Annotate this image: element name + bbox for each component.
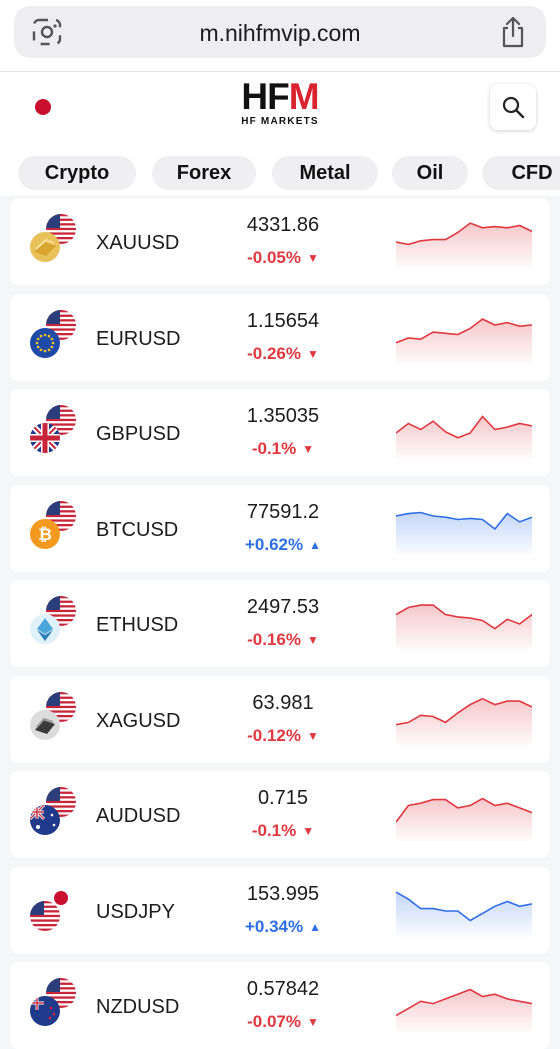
instrument-price: 153.995 <box>246 882 320 905</box>
arrow-down-icon: ▼ <box>306 346 319 361</box>
instrument-change: -0.1% ▼ <box>200 821 366 841</box>
eu-flag-icon <box>30 327 60 358</box>
sparkline-chart <box>395 598 533 650</box>
instrument-price: 2497.53 <box>246 596 320 618</box>
tab-crypto[interactable]: Crypto <box>18 156 136 190</box>
instrument-row-xauusd[interactable]: XAUUSD 4331.86 -0.05% ▼ <box>10 198 550 285</box>
change-percent: -0.16% <box>247 630 301 649</box>
site-header: HFM HF MARKETS <box>0 72 560 150</box>
instrument-price: 4331.86 <box>246 214 320 236</box>
gold-icon <box>30 232 60 262</box>
sparkline-chart <box>395 789 533 841</box>
search-button[interactable] <box>490 84 536 130</box>
instrument-symbol: USDJPY <box>96 900 175 923</box>
instrument-symbol: NZDUSD <box>96 996 180 1018</box>
arrow-down-icon: ▼ <box>306 1015 319 1029</box>
instrument-row-btcusd[interactable]: ₿ BTCUSD 77591.2 +0.62% ▲ <box>10 484 550 572</box>
tab-oil[interactable]: Oil <box>392 156 468 190</box>
instrument-row-audusd[interactable]: AUDUSD 0.715 -0.1% ▼ <box>10 771 550 858</box>
instrument-symbol: XAUUSD <box>96 232 180 254</box>
instrument-price: 1.15654 <box>246 309 320 332</box>
sparkline-chart <box>395 312 533 364</box>
url-text[interactable]: m.nihfmvip.com <box>14 20 546 47</box>
address-bar[interactable]: m.nihfmvip.com <box>14 6 546 58</box>
sparkline-chart <box>395 694 533 746</box>
change-percent: +0.34% <box>244 916 304 936</box>
instrument-change: +0.62% ▲ <box>200 535 366 555</box>
instrument-symbol: ETHUSD <box>96 614 179 636</box>
silver-icon <box>30 709 60 740</box>
logo[interactable]: HFM HF MARKETS <box>230 78 330 130</box>
arrow-down-icon: ▼ <box>302 442 315 456</box>
instrument-row-nzdusd[interactable]: NZDUSD 0.57842 -0.07% ▼ <box>10 962 550 1049</box>
instrument-row-ethusd[interactable]: ETHUSD 2497.53 -0.16% ▼ <box>10 580 550 667</box>
instrument-change: -0.1% ▼ <box>200 439 366 459</box>
change-percent: -0.12% <box>247 725 301 745</box>
search-icon <box>502 96 525 119</box>
sparkline-chart <box>395 407 533 459</box>
instrument-row-usdjpy[interactable]: USDJPY 153.995 +0.34% ▲ <box>10 866 550 954</box>
arrow-down-icon: ▼ <box>306 251 319 265</box>
sparkline-chart <box>395 980 533 1032</box>
instrument-change: -0.12% ▼ <box>200 726 366 746</box>
instrument-change: -0.05% ▼ <box>200 248 366 268</box>
logo-sub: HF MARKETS <box>241 116 319 127</box>
ethereum-icon <box>30 614 60 644</box>
sparkline-chart <box>395 885 533 937</box>
instrument-price: 77591.2 <box>246 500 320 523</box>
change-percent: -0.1% <box>251 439 297 458</box>
instrument-symbol: EURUSD <box>96 327 181 350</box>
instrument-symbol: AUDUSD <box>96 805 181 827</box>
sparkline-chart <box>395 216 533 268</box>
instrument-symbol: GBPUSD <box>96 423 181 445</box>
instrument-change: -0.26% ▼ <box>200 344 366 364</box>
instrument-change: -0.16% ▼ <box>200 630 366 650</box>
instrument-row-eurusd[interactable]: EURUSD 1.15654 -0.26% ▼ <box>10 293 550 381</box>
change-percent: -0.07% <box>247 1012 301 1031</box>
tab-forex[interactable]: Forex <box>152 156 256 190</box>
new-zealand-flag-icon <box>30 996 60 1026</box>
language-flag-icon[interactable] <box>35 99 51 115</box>
share-icon[interactable] <box>500 16 526 48</box>
logo-main: HFM <box>241 76 319 117</box>
arrow-down-icon: ▼ <box>302 824 315 838</box>
instrument-price: 0.715 <box>257 787 309 809</box>
change-percent: -0.26% <box>247 343 301 363</box>
change-percent: -0.05% <box>247 248 301 267</box>
tab-cfd[interactable]: CFD <box>482 156 560 190</box>
instrument-symbol: BTCUSD <box>96 518 179 541</box>
sparkline-chart <box>395 503 533 555</box>
us-flag-icon <box>30 900 60 931</box>
instrument-price: 0.57842 <box>246 978 320 1000</box>
instrument-row-gbpusd[interactable]: GBPUSD 1.35035 -0.1% ▼ <box>10 389 550 476</box>
bitcoin-icon: ₿ <box>30 518 60 549</box>
arrow-down-icon: ▼ <box>306 633 319 647</box>
instrument-price: 63.981 <box>252 691 314 714</box>
tab-metal[interactable]: Metal <box>272 156 378 190</box>
change-percent: +0.62% <box>244 534 304 554</box>
instrument-price: 1.35035 <box>246 405 320 427</box>
svg-text:₿: ₿ <box>38 525 52 545</box>
uk-flag-icon <box>30 423 60 453</box>
instrument-change: -0.07% ▼ <box>200 1012 366 1032</box>
instrument-row-xagusd[interactable]: XAGUSD 63.981 -0.12% ▼ <box>10 675 550 763</box>
australia-flag-icon <box>30 805 60 835</box>
arrow-up-icon: ▲ <box>309 537 322 552</box>
browser-bar: m.nihfmvip.com <box>0 0 560 72</box>
arrow-up-icon: ▲ <box>309 919 322 934</box>
change-percent: -0.1% <box>251 821 297 840</box>
instrument-symbol: XAGUSD <box>96 709 181 732</box>
category-tabs: Crypto Forex Metal Oil CFD <box>0 150 560 196</box>
instrument-change: +0.34% ▲ <box>200 917 366 937</box>
arrow-down-icon: ▼ <box>306 728 319 743</box>
